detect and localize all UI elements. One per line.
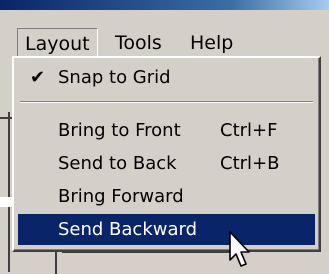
menu-item-label: Snap to Grid: [58, 67, 171, 88]
canvas-guide-line: [55, 252, 57, 274]
layout-dropdown-menu: ✔ Snap to Grid Bring to Front Ctrl+F Sen…: [12, 56, 321, 252]
menu-layout[interactable]: Layout: [17, 28, 98, 58]
menu-item-label: Bring Forward: [58, 186, 184, 207]
checkmark-icon: ✔: [30, 67, 46, 88]
menu-item-label: Send to Back: [58, 153, 177, 174]
menu-item-shortcut: Ctrl+B: [220, 153, 280, 174]
menu-item-shortcut: Ctrl+F: [220, 120, 278, 141]
menu-item-bring-forward[interactable]: Bring Forward: [18, 181, 315, 212]
menu-separator: [20, 101, 313, 103]
menu-item-snap-to-grid[interactable]: ✔ Snap to Grid: [18, 62, 315, 93]
menu-item-send-to-back[interactable]: Send to Back Ctrl+B: [18, 148, 315, 179]
menu-help[interactable]: Help: [183, 28, 240, 58]
menu-item-send-backward[interactable]: Send Backward: [18, 214, 315, 245]
menu-item-label: Bring to Front: [58, 120, 181, 141]
menu-bar: Layout Tools Help: [0, 10, 329, 58]
mouse-pointer-icon: [229, 231, 250, 267]
menu-item-bring-to-front[interactable]: Bring to Front Ctrl+F: [18, 115, 315, 146]
menu-item-label: Send Backward: [58, 219, 198, 240]
menu-tools[interactable]: Tools: [108, 28, 169, 58]
canvas-guide-line: [8, 112, 10, 272]
window-title-bar: [0, 0, 329, 10]
